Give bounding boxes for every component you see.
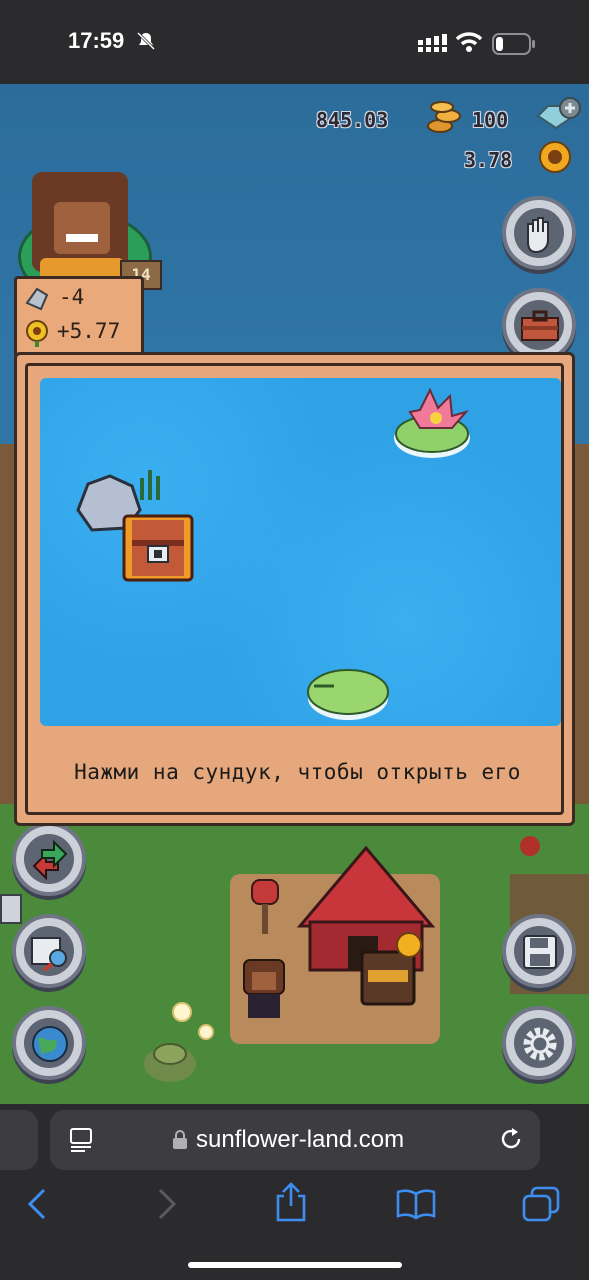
tree-stump[interactable] [140,1034,200,1084]
berry-bush [520,836,540,856]
gear-icon [523,1027,557,1061]
globe-icon [32,1026,68,1062]
resource-change-panel: -4 +5.77 [14,276,144,358]
flower-white [198,1024,214,1040]
modal-frame: Нажми на сундук, чтобы открыть его [25,363,564,815]
forward-icon[interactable] [154,1188,178,1220]
settings-button[interactable] [502,1006,576,1080]
treasure-chest[interactable] [120,510,196,586]
url-text[interactable]: sunflower-land.com [196,1126,404,1154]
flower-white [172,1002,192,1022]
cellular-signal-icon [418,34,447,52]
side-tab[interactable] [0,894,22,924]
muted-bell-icon [136,31,156,51]
battery-icon [492,33,535,55]
bookmarks-icon[interactable] [396,1188,436,1220]
sunflowers-value: 3.78 [464,148,513,172]
sunflower-small-icon [26,320,48,347]
codex-button[interactable] [12,914,86,988]
coins-value: 845.03 [316,108,389,132]
reader-menu-icon[interactable] [70,1128,92,1152]
previous-tab-pill[interactable] [0,1110,38,1170]
floppy-disk-icon [523,935,557,969]
stone-icon [25,287,49,311]
water-area [40,378,561,726]
save-button[interactable] [502,914,576,988]
wifi-icon [455,32,483,52]
reload-icon[interactable] [498,1126,524,1152]
sunflower-delta: +5.77 [57,319,121,343]
treasure-tutorial-modal: Нажми на сундук, чтобы открыть его [14,352,575,826]
tabs-icon[interactable] [522,1186,560,1222]
swap-arrows-icon [32,840,68,880]
stone-delta: -4 [59,285,85,309]
glove-icon [527,217,549,254]
lily-pad-flower [394,387,470,458]
hand-tool-button[interactable] [502,196,576,270]
share-icon[interactable] [274,1182,308,1222]
player-character[interactable] [240,958,288,1022]
book-magnifier-icon [31,937,67,972]
status-bar: 17:59 [0,0,589,84]
gem-add-icon[interactable] [534,96,584,132]
home-indicator[interactable] [188,1262,402,1268]
lock-icon [173,1130,187,1149]
avatar-face [54,202,110,254]
world-map-button[interactable] [12,1006,86,1080]
sunflower-plant[interactable] [396,932,422,958]
gems-value: 100 [472,108,509,132]
chest-icon [521,310,559,341]
tutorial-message: Нажми на сундук, чтобы открыть его [74,760,521,784]
swap-button[interactable] [12,822,86,896]
farm-chest[interactable] [360,950,416,1006]
coins-icon [427,101,461,133]
lily-pad [307,669,389,720]
inventory-button[interactable] [502,288,576,362]
clock: 17:59 [68,28,125,53]
sunflower-icon [539,141,571,173]
avatar-smile [66,234,98,242]
mailbox[interactable] [250,876,280,936]
back-icon[interactable] [26,1188,50,1220]
game-scene[interactable]: 14 845.03 100 3.78 -4 +5.77 Нажми на сун… [0,84,589,1104]
